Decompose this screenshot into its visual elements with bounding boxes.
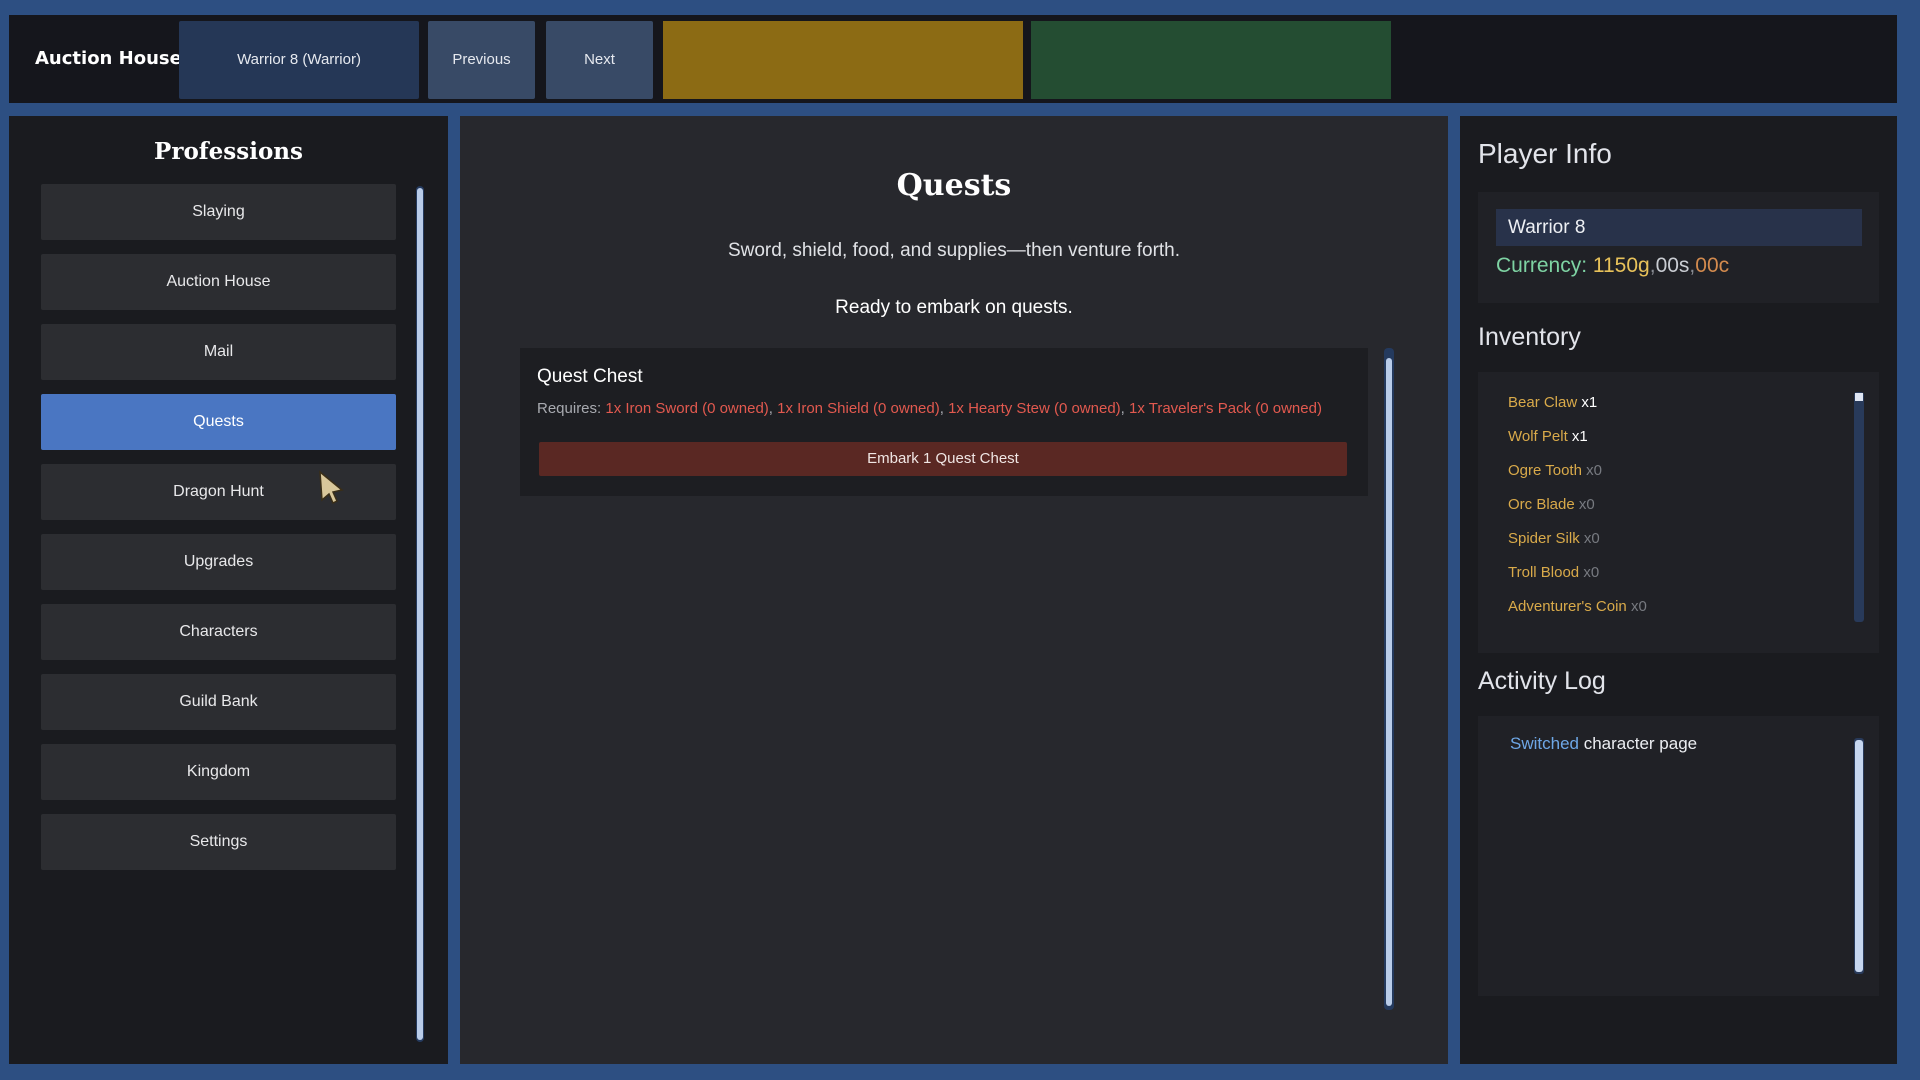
page-title: Quests [896,168,1012,203]
inventory-item[interactable]: Ogre Tooth x0 [1508,462,1602,479]
inventory-list: Bear Claw x1 Wolf Pelt x1 Ogre Tooth x0 … [1478,372,1879,653]
inventory-title: Inventory [1478,323,1581,351]
top-bar: Auction House Warrior 8 (Warrior) Previo… [9,15,1897,103]
inventory-item[interactable]: Spider Silk x0 [1508,530,1600,547]
nav-slaying[interactable]: Slaying [41,184,396,240]
player-info-title: Player Info [1478,138,1612,169]
status-text: Ready to embark on quests. [835,297,1073,318]
player-panel: Player Info Warrior 8 Currency: 1150g,00… [1460,116,1897,1064]
next-button[interactable]: Next [546,21,653,99]
quest-name: Quest Chest [537,366,643,387]
gold-action-slot[interactable] [663,21,1023,99]
embark-button[interactable]: Embark 1 Quest Chest [539,442,1347,476]
green-action-slot[interactable] [1031,21,1391,99]
professions-panel: Professions Slaying Auction House Mail Q… [9,116,448,1064]
app-title: Auction House [35,48,182,69]
quest-card: Quest Chest Requires: 1x Iron Sword (0 o… [520,348,1368,496]
previous-button[interactable]: Previous [428,21,535,99]
professions-scrollbar[interactable] [416,186,424,1042]
nav-guild-bank[interactable]: Guild Bank [41,674,396,730]
activity-log-title: Activity Log [1478,667,1606,695]
currency-display: Currency: 1150g,00s,00c [1496,254,1730,277]
log-keyword: Switched [1510,734,1579,753]
nav-settings[interactable]: Settings [41,814,396,870]
currency-gold: 1150g [1592,254,1650,277]
scrollbar-thumb[interactable] [1386,358,1392,1006]
player-name: Warrior 8 [1496,209,1862,246]
scrollbar-thumb[interactable] [417,188,423,1040]
log-text: character page [1583,734,1698,753]
scrollbar-thumb[interactable] [1855,740,1863,972]
nav-upgrades[interactable]: Upgrades [41,534,396,590]
currency-label: Currency: [1496,254,1588,277]
player-info-box: Warrior 8 Currency: 1150g,00s,00c [1478,192,1879,303]
requirement-item: 1x Iron Shield (0 owned) [777,400,940,417]
inventory-item[interactable]: Bear Claw x1 [1508,394,1597,411]
nav-mail[interactable]: Mail [41,324,396,380]
nav-quests[interactable]: Quests [41,394,396,450]
nav-characters[interactable]: Characters [41,604,396,660]
professions-title: Professions [154,138,303,165]
inventory-item[interactable]: Troll Blood x0 [1508,564,1599,581]
currency-silver: 00s [1655,254,1690,277]
inventory-item[interactable]: Wolf Pelt x1 [1508,428,1588,445]
requirement-item: 1x Hearty Stew (0 owned) [948,400,1121,417]
activity-log: Switched character page [1478,716,1879,996]
currency-copper: 00c [1695,254,1730,277]
requires-label: Requires: [537,400,602,417]
inventory-scrollbar[interactable] [1854,392,1864,622]
scrollbar-thumb[interactable] [1855,393,1863,401]
requirement-item: 1x Traveler's Pack (0 owned) [1129,400,1322,417]
activity-log-scrollbar[interactable] [1854,738,1864,974]
quests-panel: Quests Sword, shield, food, and supplies… [460,116,1448,1064]
quest-requirements: Requires: 1x Iron Sword (0 owned), 1x Ir… [537,400,1322,417]
requirement-item: 1x Iron Sword (0 owned) [605,400,769,417]
quests-scrollbar[interactable] [1384,348,1394,1010]
nav-auction-house[interactable]: Auction House [41,254,396,310]
inventory-item[interactable]: Orc Blade x0 [1508,496,1595,513]
inventory-item[interactable]: Adventurer's Coin x0 [1508,598,1647,615]
character-select-button[interactable]: Warrior 8 (Warrior) [179,21,419,99]
mouse-cursor-icon [319,470,344,504]
nav-kingdom[interactable]: Kingdom [41,744,396,800]
log-entry: Switched character page [1510,734,1697,754]
page-subtitle: Sword, shield, food, and supplies—then v… [727,240,1181,261]
